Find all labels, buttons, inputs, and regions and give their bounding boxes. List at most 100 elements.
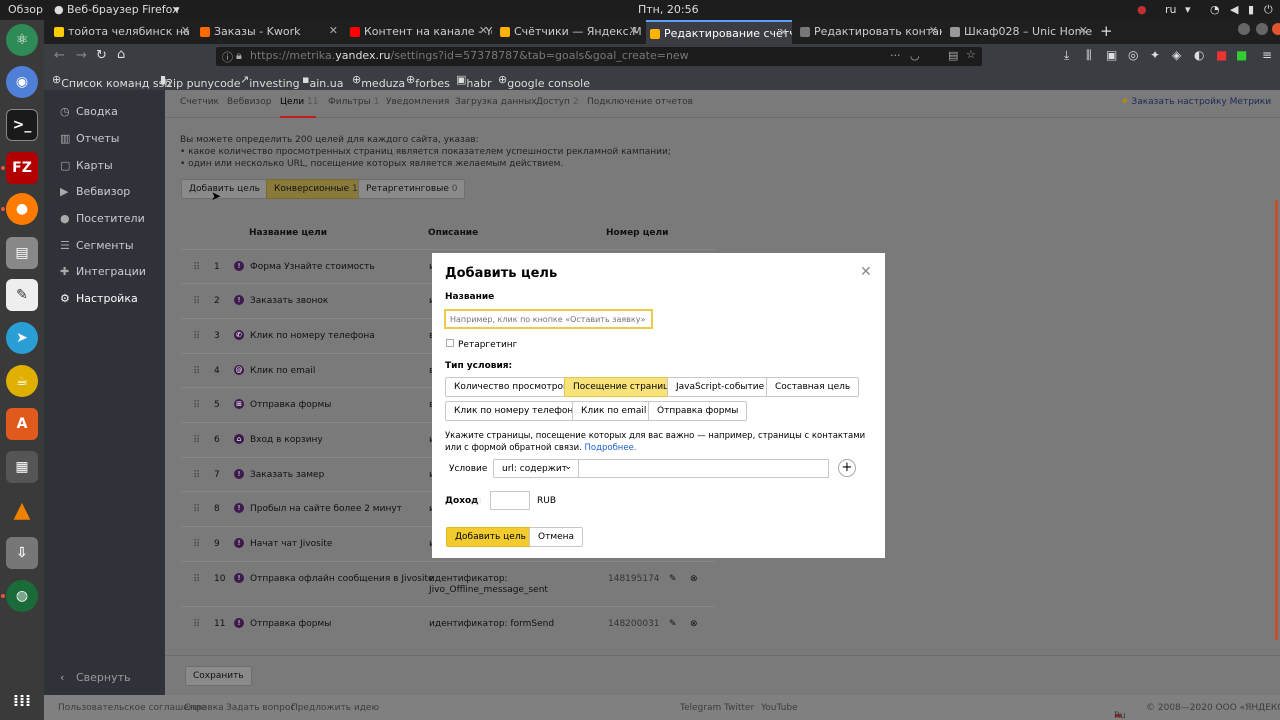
- submit-goal-button[interactable]: Добавить цель: [446, 527, 535, 547]
- type-form-submit[interactable]: Отправка формы: [648, 401, 748, 421]
- bookmark-item[interactable]: ▣ habr: [456, 73, 492, 90]
- goal-name[interactable]: Отправка офлайн сообщения в Jivosite: [250, 574, 434, 584]
- reader-icon[interactable]: ▤: [948, 49, 958, 62]
- bookmark-star-icon[interactable]: ☆: [966, 48, 976, 61]
- url-bar[interactable]: ⓘ 🔒︎ https://metrika.yandex.ru/settings?…: [216, 47, 982, 66]
- close-icon[interactable]: ✕: [929, 24, 938, 37]
- telegram-app-icon[interactable]: ➤: [6, 322, 38, 354]
- chromium-app-icon[interactable]: ◉: [6, 66, 38, 98]
- tab-filters[interactable]: Фильтры 1: [328, 97, 379, 107]
- extension-icon[interactable]: ◐: [1194, 48, 1204, 62]
- condition-value-input[interactable]: [578, 459, 829, 478]
- type-phone-click[interactable]: Клик по номеру телефона: [445, 401, 588, 421]
- type-email-click[interactable]: Клик по email: [572, 401, 656, 421]
- income-input[interactable]: [490, 491, 530, 510]
- type-js-event[interactable]: JavaScript-событие: [667, 377, 774, 397]
- sidebar-item-maps[interactable]: ▢ Карты: [60, 159, 113, 172]
- more-link[interactable]: Подробнее.: [585, 443, 637, 453]
- close-icon[interactable]: ✕: [181, 24, 190, 37]
- volume-icon[interactable]: ◀: [1230, 3, 1238, 16]
- sidebar-item-integrations[interactable]: ✚ Интеграции: [60, 265, 146, 278]
- forward-icon[interactable]: →: [76, 48, 87, 63]
- home-icon[interactable]: ⌂: [117, 47, 125, 62]
- drag-handle-icon[interactable]: ⠿: [193, 262, 200, 273]
- battery-icon[interactable]: ▮: [1248, 3, 1254, 16]
- sidebar-item-visitors[interactable]: ● Посетители: [60, 212, 145, 225]
- type-views-count[interactable]: Количество просмотров: [445, 377, 578, 397]
- goal-name[interactable]: Форма Узнайте стоимость: [250, 262, 375, 272]
- firefox-app-icon[interactable]: ●: [6, 193, 38, 225]
- minimize-icon[interactable]: [1238, 23, 1250, 35]
- goal-name[interactable]: Заказать замер: [250, 470, 324, 480]
- teapot-app-icon[interactable]: ☕: [6, 365, 38, 397]
- bookmark-item[interactable]: ↗ investing: [240, 73, 300, 90]
- order-setup-link[interactable]: ✷ Заказать настройку Метрики: [1121, 97, 1271, 107]
- extension-icon[interactable]: ■: [1236, 48, 1247, 62]
- delete-icon[interactable]: ⊗: [690, 574, 698, 584]
- footer-link[interactable]: Предложить идею: [291, 703, 379, 713]
- sidebar-item-webvisor[interactable]: ▶ Вебвизор: [60, 185, 130, 198]
- bookmark-item[interactable]: ⊕ google console: [498, 73, 590, 90]
- goal-name[interactable]: Пробыл на сайте более 2 минут: [250, 504, 402, 514]
- drag-handle-icon[interactable]: ⠿: [193, 331, 200, 342]
- back-icon[interactable]: ←: [54, 48, 65, 63]
- power-icon[interactable]: ⏻: [1264, 3, 1273, 17]
- close-icon[interactable]: ✕: [779, 26, 788, 39]
- scrollbar[interactable]: [1275, 200, 1278, 640]
- wifi-icon[interactable]: ◔: [1210, 3, 1220, 16]
- close-icon[interactable]: ✕: [860, 264, 872, 280]
- goal-name[interactable]: Начат чат Jivosite: [250, 539, 332, 549]
- table-row[interactable]: ⠿ 11! Отправка формы идентификатор: formSen…: [181, 606, 715, 640]
- text-editor-app-icon[interactable]: ✎: [6, 279, 38, 311]
- bookmark-item[interactable]: ▮ 2ip punycode: [160, 73, 241, 90]
- sidebar-toggle-icon[interactable]: ▣: [1106, 48, 1117, 62]
- tab-goals[interactable]: Цели 11: [280, 97, 318, 107]
- save-button[interactable]: Сохранить: [185, 666, 252, 686]
- retargeting-checkbox[interactable]: [446, 339, 454, 347]
- tab-counter[interactable]: Счетчик: [180, 97, 219, 107]
- bookmark-item[interactable]: ⊕ meduza: [352, 73, 405, 90]
- edit-icon[interactable]: ✎: [669, 619, 677, 629]
- drag-handle-icon[interactable]: ⠿: [193, 296, 200, 307]
- sidebar-collapse[interactable]: ‹ Свернуть: [60, 671, 131, 684]
- vlc-app-icon[interactable]: ▲: [6, 494, 38, 526]
- extension-icon[interactable]: ◎: [1128, 48, 1138, 62]
- goal-name[interactable]: Клик по номеру телефона: [250, 331, 375, 341]
- add-goal-button[interactable]: Добавить цель: [181, 179, 268, 199]
- language-indicator[interactable]: ru: [1165, 3, 1177, 16]
- sidebar-item-segments[interactable]: ☰ Сегменты: [60, 239, 134, 252]
- tab-access[interactable]: Доступ 2: [536, 97, 579, 107]
- browser-tab[interactable]: Счётчики — Яндекс.Ме ✕: [496, 20, 642, 44]
- bookmark-item[interactable]: ▪ ain.ua: [302, 73, 343, 90]
- extension-icon[interactable]: ✦: [1150, 48, 1160, 62]
- footer-link[interactable]: Задать вопрос: [226, 703, 295, 713]
- reload-icon[interactable]: ↻: [96, 48, 107, 63]
- help-icon[interactable]: ⓘ: [473, 496, 481, 507]
- delete-icon[interactable]: ⊗: [690, 619, 698, 629]
- drag-handle-icon[interactable]: ⠿: [193, 619, 200, 630]
- table-row[interactable]: ⠿ 10! Отправка офлайн сообщения в Jivosite…: [181, 561, 715, 606]
- retargeting-goals-filter[interactable]: Ретаргетинговые 0: [358, 179, 466, 199]
- goal-name[interactable]: Отправка формы: [250, 400, 331, 410]
- browser-tab[interactable]: Шкаф028 – Unic Home E ✕: [946, 20, 1092, 44]
- goal-name[interactable]: Заказать звонок: [250, 296, 328, 306]
- maximize-icon[interactable]: [1256, 23, 1268, 35]
- download-icon[interactable]: ⤓: [1064, 48, 1069, 63]
- close-icon[interactable]: ✕: [329, 24, 338, 37]
- extension-icon[interactable]: ■: [1216, 48, 1227, 62]
- footer-link[interactable]: Справка: [184, 703, 224, 713]
- new-tab-icon[interactable]: +: [1100, 22, 1113, 40]
- tab-webvisor[interactable]: Вебвизор: [227, 97, 271, 107]
- footer-link[interactable]: Telegram: [680, 703, 721, 713]
- add-condition-icon[interactable]: +: [838, 459, 856, 477]
- browser-tab[interactable]: Редактировать контакт ✕: [796, 20, 942, 44]
- calculator-app-icon[interactable]: ▦: [6, 451, 38, 483]
- drag-handle-icon[interactable]: ⠿: [193, 574, 200, 585]
- browser-tab[interactable]: Заказы - Kwork ✕: [196, 20, 342, 44]
- usb-creator-app-icon[interactable]: ⇩: [6, 537, 38, 569]
- library-icon[interactable]: ⫼: [1086, 48, 1092, 63]
- drag-handle-icon[interactable]: ⠿: [193, 366, 200, 377]
- globe-app-icon[interactable]: ◍: [6, 580, 38, 612]
- tab-report-connection[interactable]: Подключение отчетов: [587, 97, 693, 107]
- browser-tab-active[interactable]: Редактирование счётч ✕: [646, 20, 792, 44]
